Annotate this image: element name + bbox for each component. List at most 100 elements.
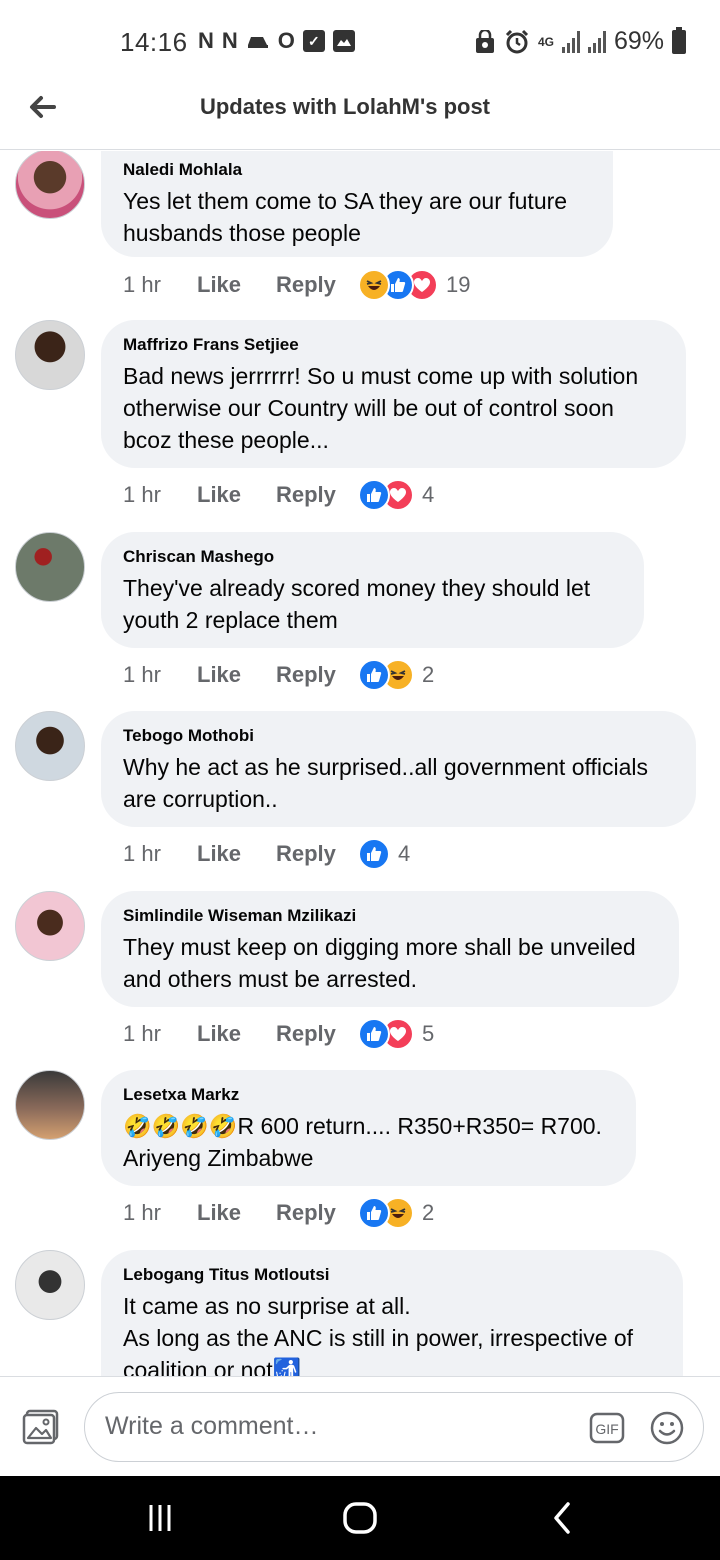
home-icon [343, 1502, 377, 1534]
avatar[interactable] [15, 1250, 85, 1320]
reaction-count: 5 [422, 1021, 435, 1046]
reply-button[interactable]: Reply [276, 841, 358, 867]
reactions[interactable]: 2 [358, 659, 434, 691]
reaction-count: 4 [398, 841, 411, 866]
status-bar: 14:16 N N O ✓ 4G 69% [0, 0, 720, 80]
comment-author[interactable]: Naledi Mohlala [123, 159, 591, 181]
checkbox-icon: ✓ [302, 30, 325, 52]
comment-time: 1 hr [123, 841, 161, 866]
reaction-count: 2 [422, 1200, 435, 1225]
comment-actions: 1 hr Like Reply 2 [123, 1193, 434, 1233]
recents-button[interactable] [140, 1498, 180, 1538]
photo-icon[interactable] [22, 1409, 60, 1445]
reactions[interactable]: 19 [358, 269, 470, 301]
comment-composer: Write a comment… GIF [0, 1376, 720, 1476]
like-reaction-icon [358, 1018, 390, 1050]
comment-input[interactable]: Write a comment… GIF [84, 1392, 704, 1462]
comment-time: 1 hr [123, 662, 161, 687]
comment-bubble[interactable]: Maffrizo Frans Setjiee Bad news jerrrrrr… [101, 320, 686, 468]
reactions[interactable]: 2 [358, 1197, 434, 1229]
comment-author[interactable]: Chriscan Mashego [123, 546, 622, 568]
header: Updates with LolahM's post [0, 80, 720, 150]
avatar[interactable] [15, 711, 85, 781]
comment-list[interactable]: Naledi Mohlala Yes let them come to SA t… [0, 151, 720, 1376]
avatar[interactable] [15, 320, 85, 390]
comment-author[interactable]: Simlindile Wiseman Mzilikazi [123, 905, 657, 927]
system-icons: 4G 69% [474, 26, 686, 56]
comment-author[interactable]: Lesetxa Markz [123, 1084, 614, 1106]
comment-time: 1 hr [123, 1200, 161, 1225]
avatar[interactable] [15, 1070, 85, 1140]
comment-text: They must keep on digging more shall be … [123, 934, 636, 992]
comment-bubble[interactable]: Simlindile Wiseman Mzilikazi They must k… [101, 891, 679, 1007]
page-title: Updates with LolahM's post [199, 94, 491, 119]
recycle-lock-icon [475, 29, 494, 53]
comment-text: Why he act as he surprised..all governme… [123, 754, 648, 812]
netflix-icon: N [198, 28, 214, 53]
reply-button[interactable]: Reply [276, 272, 358, 298]
emoji-icon[interactable] [649, 1410, 685, 1446]
reply-button[interactable]: Reply [276, 1200, 358, 1226]
comment-text: Yes let them come to SA they are our fut… [123, 188, 568, 246]
comment-placeholder: Write a comment… [105, 1412, 319, 1440]
reactions[interactable]: 4 [358, 479, 434, 511]
reaction-count: 4 [422, 482, 435, 507]
like-reaction-icon [358, 659, 390, 691]
comment-actions: 1 hr Like Reply 5 [123, 1014, 434, 1054]
like-reaction-icon [358, 1197, 390, 1229]
back-button[interactable] [546, 1498, 578, 1538]
reactions[interactable]: 4 [358, 838, 410, 870]
comment-text: 🤣🤣🤣🤣R 600 return.... R350+R350= R700. Ar… [123, 1113, 602, 1171]
reply-button[interactable]: Reply [276, 662, 358, 688]
comment-text: It came as no surprise at all. As long a… [123, 1293, 634, 1376]
comment-bubble[interactable]: Tebogo Mothobi Why he act as he surprise… [101, 711, 696, 827]
like-button[interactable]: Like [197, 1021, 276, 1047]
signal-icon-2 [587, 30, 606, 53]
reply-button[interactable]: Reply [276, 1021, 358, 1047]
status-time: 14:16 [120, 27, 188, 57]
comment-time: 1 hr [123, 482, 161, 507]
like-button[interactable]: Like [197, 841, 276, 867]
comment-actions: 1 hr Like Reply 19 [123, 265, 470, 305]
recents-icon [149, 1505, 171, 1531]
comment-actions: 1 hr Like Reply 4 [123, 475, 434, 515]
comment-bubble[interactable]: Chriscan Mashego They've already scored … [101, 532, 644, 648]
netflix-icon-2: N [221, 28, 238, 53]
avatar[interactable] [15, 532, 85, 602]
system-nav-bar [0, 1476, 720, 1560]
comment-author[interactable]: Maffrizo Frans Setjiee [123, 334, 664, 356]
gif-label: GIF [595, 1421, 618, 1437]
network-type: 4G [537, 34, 554, 49]
nav-back-icon [554, 1502, 570, 1534]
avatar[interactable] [15, 891, 85, 961]
battery-icon [672, 26, 686, 54]
comment-author[interactable]: Tebogo Mothobi [123, 725, 674, 747]
home-button[interactable] [338, 1498, 382, 1538]
notification-icons: N N O ✓ [198, 28, 355, 54]
like-button[interactable]: Like [197, 1200, 276, 1226]
reply-button[interactable]: Reply [276, 482, 358, 508]
comment-time: 1 hr [123, 1021, 161, 1046]
signal-icon [561, 30, 580, 53]
comment-text: They've already scored money they should… [123, 575, 591, 633]
avatar[interactable] [15, 151, 85, 219]
car-icon [246, 28, 270, 54]
comment-text: Bad news jerrrrrr! So u must come up wit… [123, 363, 639, 453]
like-reaction-icon [358, 479, 390, 511]
like-button[interactable]: Like [197, 272, 276, 298]
reactions[interactable]: 5 [358, 1018, 434, 1050]
comment-time: 1 hr [123, 272, 161, 297]
reaction-count: 19 [446, 272, 471, 297]
comment-author[interactable]: Lebogang Titus Motloutsi [123, 1264, 661, 1286]
gif-icon[interactable]: GIF [589, 1412, 625, 1444]
comment-bubble[interactable]: Naledi Mohlala Yes let them come to SA t… [101, 151, 613, 257]
comment-bubble[interactable]: Lesetxa Markz 🤣🤣🤣🤣R 600 return.... R350+… [101, 1070, 636, 1186]
comment-bubble[interactable]: Lebogang Titus Motloutsi It came as no s… [101, 1250, 683, 1376]
like-button[interactable]: Like [197, 482, 276, 508]
alarm-icon [505, 29, 528, 53]
opera-icon: O [277, 28, 295, 53]
comment-actions: 1 hr Like Reply 2 [123, 655, 434, 695]
like-reaction-icon [358, 838, 390, 870]
like-button[interactable]: Like [197, 662, 276, 688]
comment-actions: 1 hr Like Reply 4 [123, 834, 410, 874]
